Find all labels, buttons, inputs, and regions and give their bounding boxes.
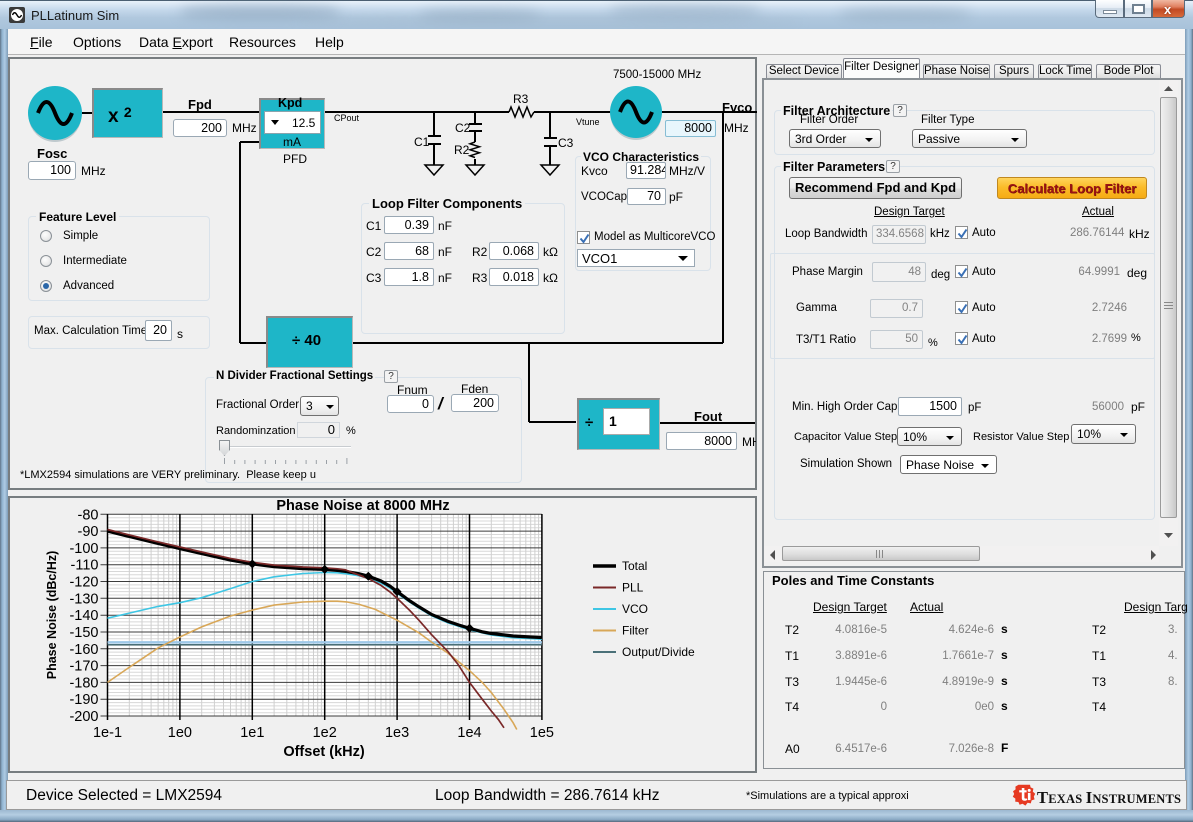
svg-text:Output/Divide: Output/Divide: [622, 645, 695, 659]
svg-text:-110: -110: [71, 558, 99, 574]
svg-text:-190: -190: [69, 692, 98, 708]
svg-text:-170: -170: [69, 659, 98, 675]
svg-text:1e5: 1e5: [530, 725, 554, 741]
svg-text:Phase Noise at 8000 MHz: Phase Noise at 8000 MHz: [276, 498, 449, 514]
svg-text:1e2: 1e2: [313, 725, 337, 741]
svg-text:PLL: PLL: [622, 581, 644, 595]
svg-text:Offset (kHz): Offset (kHz): [283, 744, 365, 760]
svg-text:1e1: 1e1: [240, 725, 264, 741]
svg-text:-130: -130: [69, 591, 98, 607]
svg-text:Filter: Filter: [622, 624, 649, 638]
svg-text:-140: -140: [69, 608, 98, 624]
svg-text:-120: -120: [69, 575, 98, 591]
svg-text:1e3: 1e3: [385, 725, 409, 741]
svg-text:1e-1: 1e-1: [93, 725, 122, 741]
svg-text:-80: -80: [78, 507, 99, 523]
svg-text:-90: -90: [78, 524, 99, 540]
svg-text:1e0: 1e0: [168, 725, 192, 741]
svg-text:Total: Total: [622, 559, 647, 573]
svg-text:-150: -150: [69, 625, 98, 641]
svg-text:-160: -160: [69, 642, 98, 658]
svg-text:-100: -100: [69, 541, 98, 557]
svg-text:-180: -180: [69, 675, 98, 691]
svg-text:-200: -200: [69, 709, 98, 725]
svg-text:1e4: 1e4: [457, 725, 481, 741]
svg-text:VCO: VCO: [622, 602, 648, 616]
svg-text:Phase Noise (dBc/Hz): Phase Noise (dBc/Hz): [45, 551, 59, 680]
